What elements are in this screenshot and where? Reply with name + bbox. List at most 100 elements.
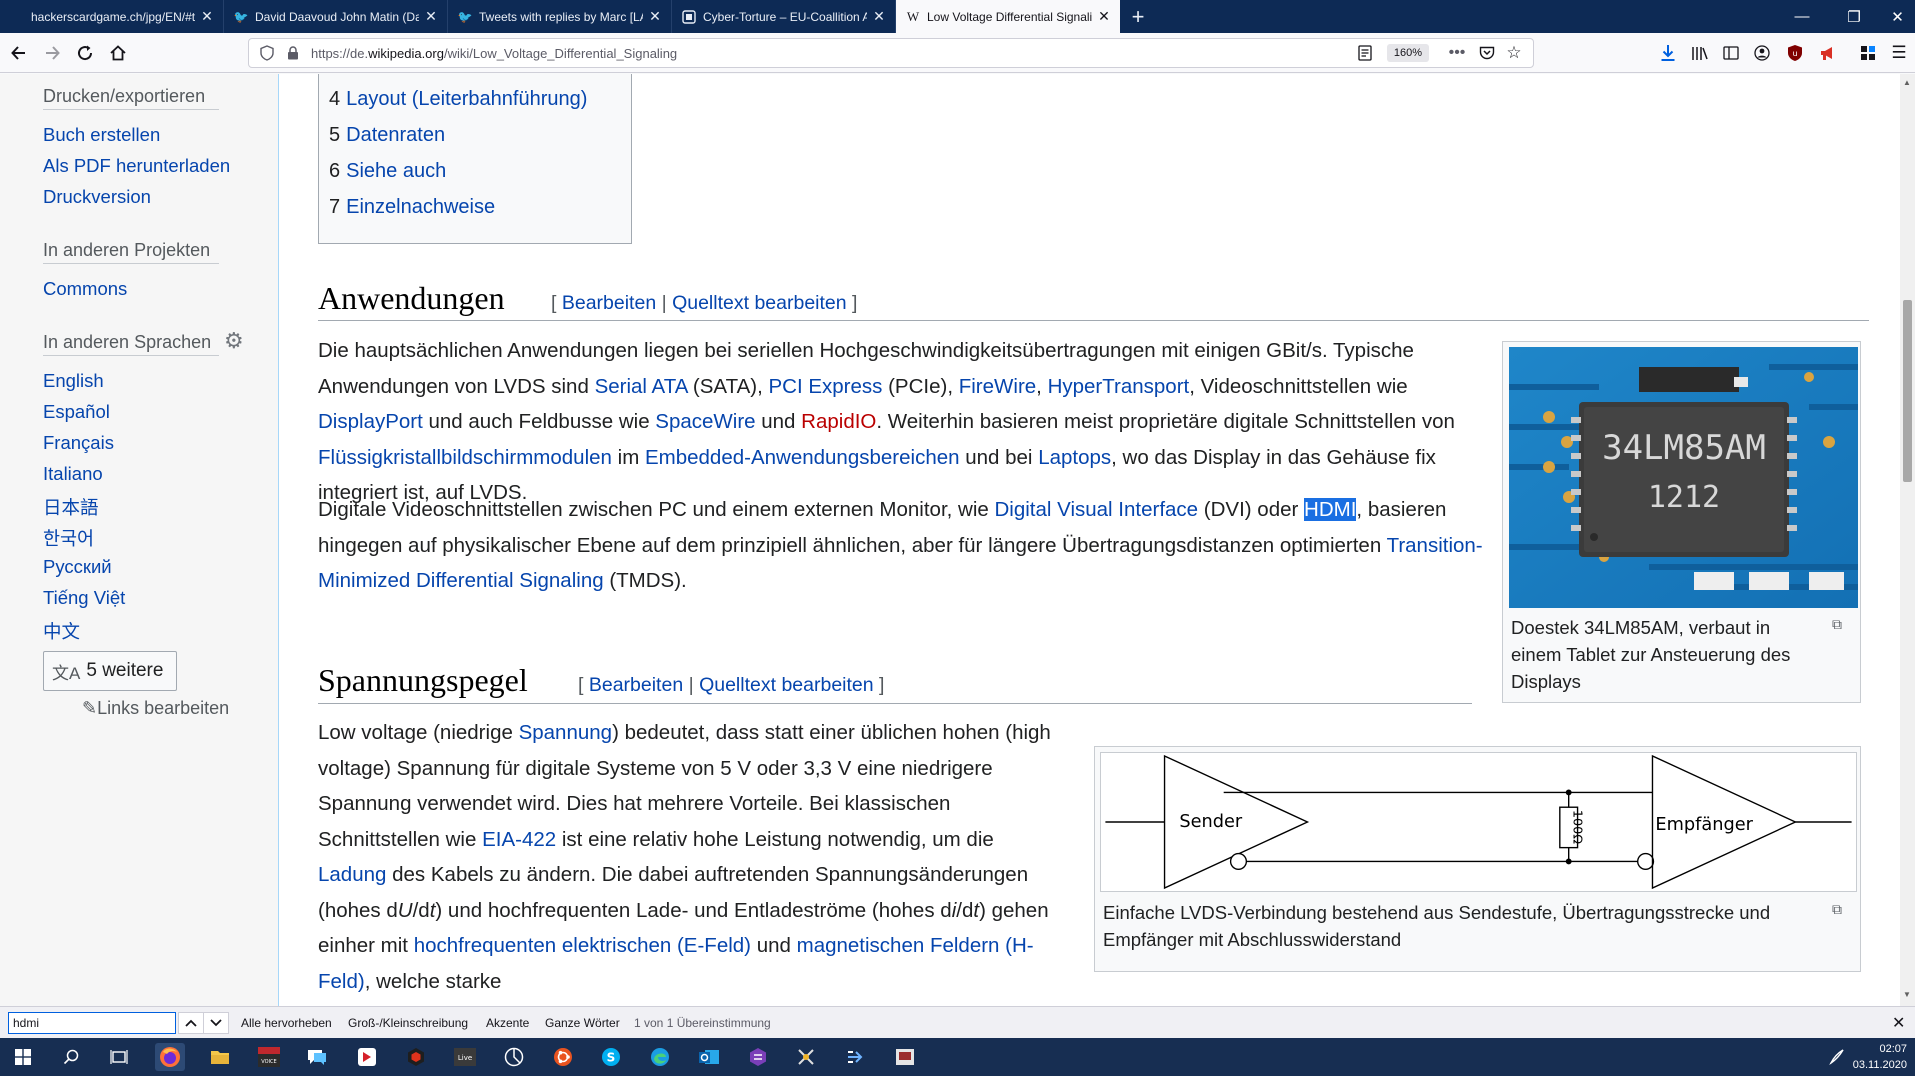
extensions-icon[interactable]	[1857, 43, 1879, 63]
pocket-icon[interactable]	[1477, 43, 1497, 63]
sidebar-link-pdf-download[interactable]: Als PDF herunterladen	[43, 155, 230, 177]
edit-source-link[interactable]: Quelltext bearbeiten	[699, 674, 874, 696]
outlook-icon[interactable]	[694, 1043, 724, 1071]
edit-section-link[interactable]: Bearbeiten	[562, 292, 656, 314]
tab-lvds-wikipedia[interactable]: W Low Voltage Differential Signali ✕	[896, 0, 1120, 33]
hexagon-app-icon[interactable]	[401, 1043, 431, 1071]
window-close-button[interactable]: ✕	[1880, 0, 1915, 33]
live-app-icon[interactable]: Live	[450, 1043, 480, 1071]
library-icon[interactable]	[1689, 43, 1711, 63]
scroll-thumb[interactable]	[1903, 300, 1912, 482]
sidebar-link-create-book[interactable]: Buch erstellen	[43, 124, 160, 146]
sidebar-lang-japanese[interactable]: 日本語	[43, 494, 99, 520]
link-tmds[interactable]: Transition-Minimized Differential Signal…	[318, 534, 1483, 593]
toc-item[interactable]: 5 Datenraten	[329, 124, 445, 147]
url-text[interactable]: https://de.wikipedia.org/wiki/Low_Voltag…	[311, 46, 677, 61]
edit-links-link[interactable]: ✎Links bearbeiten	[82, 698, 229, 719]
sidebar-lang-chinese[interactable]: 中文	[43, 618, 80, 644]
file-explorer-icon[interactable]	[205, 1043, 235, 1071]
ublock-icon[interactable]: u	[1784, 43, 1806, 63]
tab-close-icon[interactable]: ✕	[1096, 8, 1112, 25]
sidebar-lang-vietnamese[interactable]: Tiếng Việt	[43, 587, 125, 609]
more-languages-button[interactable]: 文A 5 weitere	[43, 651, 177, 691]
link-displayport[interactable]: DisplayPort	[318, 410, 423, 433]
shield-icon[interactable]	[257, 43, 277, 63]
zoom-indicator[interactable]: 160%	[1387, 44, 1429, 62]
link-hf-electric-fields[interactable]: hochfrequenten elektrischen (E-Feld)	[414, 934, 751, 957]
firefox-taskbar-icon[interactable]	[155, 1043, 185, 1071]
sidebar-lang-english[interactable]: English	[43, 370, 104, 392]
new-tab-button[interactable]: +	[1120, 0, 1156, 33]
edge-icon[interactable]	[645, 1043, 675, 1071]
edit-source-link[interactable]: Quelltext bearbeiten	[672, 292, 847, 314]
match-case-toggle[interactable]: Groß-/Kleinschreibung	[348, 1016, 468, 1030]
link-lcd-modules[interactable]: Flüssigkristallbildschirmmodulen	[318, 446, 612, 469]
find-input[interactable]: hdmi	[8, 1012, 176, 1034]
match-accents-toggle[interactable]: Akzente	[486, 1016, 529, 1030]
link-spannung[interactable]: Spannung	[519, 721, 612, 744]
account-icon[interactable]	[1751, 43, 1773, 63]
url-bar[interactable]: https://de.wikipedia.org/wiki/Low_Voltag…	[248, 38, 1534, 68]
tab-twitter-marc[interactable]: 🐦 Tweets with replies by Marc [LA ✕	[448, 0, 672, 33]
home-button[interactable]	[104, 39, 132, 67]
sidebar-lang-french[interactable]: Français	[43, 432, 114, 454]
forward-button[interactable]	[38, 39, 66, 67]
tab-close-icon[interactable]: ✕	[647, 8, 663, 25]
viewer-app-icon[interactable]	[890, 1043, 920, 1071]
toc-item[interactable]: 6 Siehe auch	[329, 160, 446, 183]
reload-button[interactable]	[71, 39, 99, 67]
restore-button[interactable]: ❐	[1828, 0, 1880, 33]
reader-view-icon[interactable]	[1355, 43, 1375, 63]
bookmark-star-icon[interactable]: ☆	[1504, 43, 1524, 63]
megaphone-extension-icon[interactable]	[1817, 43, 1839, 63]
chat-app-icon[interactable]	[302, 1043, 332, 1071]
downloads-icon[interactable]	[1657, 43, 1679, 63]
circle-app-icon[interactable]	[499, 1043, 529, 1071]
sidebar-lang-russian[interactable]: Русский	[43, 556, 112, 578]
tab-cyber-torture[interactable]: Cyber-Torture – EU-Coallition A ✕	[672, 0, 896, 33]
sidebar-toggle-icon[interactable]	[1720, 43, 1742, 63]
lvds-circuit-diagram[interactable]: Sender Empfänger 100Ω	[1100, 752, 1857, 892]
sidebar-lang-spanish[interactable]: Español	[43, 401, 110, 423]
tab-close-icon[interactable]: ✕	[199, 8, 215, 25]
scroll-up-icon[interactable]: ▲	[1903, 78, 1911, 87]
link-serial-ata[interactable]: Serial ATA	[595, 375, 688, 398]
tab-close-icon[interactable]: ✕	[871, 8, 887, 25]
scroll-down-icon[interactable]: ▼	[1903, 990, 1911, 999]
toc-item[interactable]: 7 Einzelnachweise	[329, 196, 495, 219]
link-dvi[interactable]: Digital Visual Interface	[994, 498, 1198, 521]
sidebar-link-print-version[interactable]: Druckversion	[43, 186, 151, 208]
skype-icon[interactable]: S	[596, 1043, 626, 1071]
hamburger-menu-icon[interactable]: ☰	[1888, 43, 1910, 63]
page-actions-icon[interactable]: •••	[1447, 43, 1467, 63]
task-view-icon[interactable]	[104, 1043, 134, 1071]
link-embedded[interactable]: Embedded-Anwendungsbereichen	[645, 446, 960, 469]
taskbar-clock[interactable]: 02:07 03.11.2020	[1853, 1041, 1907, 1073]
magnify-icon[interactable]: ⧉	[1832, 901, 1842, 918]
link-hdmi-highlighted[interactable]: HDMI	[1304, 498, 1357, 521]
ubuntu-icon[interactable]	[548, 1043, 578, 1071]
tab-hackerscardgame[interactable]: hackerscardgame.ch/jpg/EN/#t1 ✕	[0, 0, 224, 33]
pen-workspace-icon[interactable]	[1822, 1043, 1852, 1071]
link-pci-express[interactable]: PCI Express	[768, 375, 882, 398]
whole-words-toggle[interactable]: Ganze Wörter	[545, 1016, 620, 1030]
link-hypertransport[interactable]: HyperTransport	[1048, 375, 1190, 398]
find-close-icon[interactable]: ✕	[1892, 1013, 1905, 1033]
sidebar-lang-italian[interactable]: Italiano	[43, 463, 103, 485]
tab-close-icon[interactable]: ✕	[423, 8, 439, 25]
arrow-app-icon[interactable]	[840, 1043, 870, 1071]
purple-app-icon[interactable]	[743, 1043, 773, 1071]
magnify-icon[interactable]: ⧉	[1832, 616, 1842, 633]
link-spacewire[interactable]: SpaceWire	[655, 410, 755, 433]
link-firewire[interactable]: FireWire	[959, 375, 1036, 398]
link-ladung[interactable]: Ladung	[318, 863, 386, 886]
tools-app-icon[interactable]	[791, 1043, 821, 1071]
minimize-button[interactable]: —	[1776, 0, 1828, 33]
voicemeeter-icon[interactable]: VOICE	[254, 1043, 284, 1071]
link-eia-422[interactable]: EIA-422	[482, 828, 556, 851]
chip-photo[interactable]: 34LM85AM 1212	[1509, 347, 1858, 608]
highlight-all-toggle[interactable]: Alle hervorheben	[241, 1016, 332, 1030]
find-previous-button[interactable]	[178, 1012, 204, 1034]
windows-start-icon[interactable]	[8, 1043, 38, 1071]
link-laptops[interactable]: Laptops	[1038, 446, 1111, 469]
